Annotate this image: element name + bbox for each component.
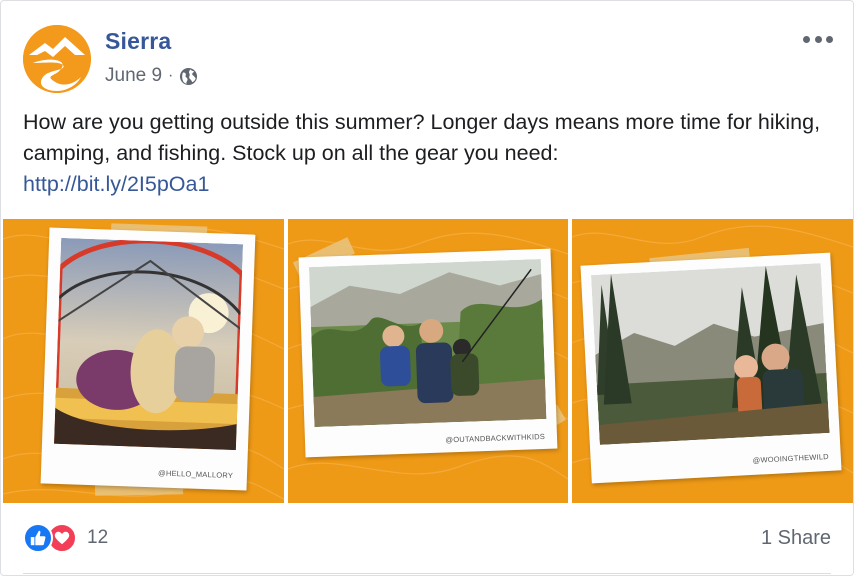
gallery-image-1[interactable]: @HELLO_MALLORY bbox=[3, 219, 284, 503]
meta-separator: · bbox=[168, 67, 174, 84]
gallery-image-3[interactable]: @WOOINGTHEWILD bbox=[572, 219, 853, 503]
fishing-family-photo bbox=[308, 259, 547, 428]
photo-credit: @HELLO_MALLORY bbox=[157, 468, 234, 481]
more-dot-icon bbox=[803, 35, 810, 43]
post-card: Sierra June 9 · How are you getting outs… bbox=[0, 0, 854, 576]
reactions-summary[interactable]: 12 bbox=[23, 522, 108, 554]
post-date[interactable]: June 9 bbox=[105, 65, 162, 87]
more-options-button[interactable] bbox=[803, 29, 833, 49]
polaroid-frame: @WOOINGTHEWILD bbox=[580, 252, 842, 484]
footer-divider bbox=[23, 573, 831, 574]
page-name-link[interactable]: Sierra bbox=[105, 28, 171, 55]
camping-tent-photo bbox=[53, 237, 244, 451]
photo-credit: @WOOINGTHEWILD bbox=[752, 451, 830, 465]
post-body: How are you getting outside this summer?… bbox=[23, 110, 821, 165]
post-link[interactable]: http://bit.ly/2I5pOa1 bbox=[23, 172, 209, 196]
photo-credit: @OUTANDBACKWITHKIDS bbox=[445, 431, 546, 445]
post-footer: 12 1 Share bbox=[23, 517, 831, 561]
sierra-logo-icon bbox=[23, 25, 91, 93]
like-reaction-icon bbox=[23, 523, 53, 553]
polaroid-frame: @HELLO_MALLORY bbox=[40, 227, 256, 491]
post-meta: June 9 · bbox=[105, 65, 198, 87]
polaroid-frame: @OUTANDBACKWITHKIDS bbox=[298, 248, 558, 458]
forest-selfie-photo bbox=[590, 263, 830, 445]
shares-count-link[interactable]: 1 Share bbox=[761, 527, 831, 550]
page-avatar[interactable] bbox=[23, 25, 91, 93]
post-text: How are you getting outside this summer?… bbox=[23, 107, 833, 200]
post-header: Sierra June 9 · bbox=[23, 23, 839, 93]
globe-icon[interactable] bbox=[179, 67, 198, 86]
image-gallery: @HELLO_MALLORY @OUTANDBACKWITHKIDS @WOOI… bbox=[3, 219, 853, 503]
more-dot-icon bbox=[826, 35, 833, 43]
reaction-count: 12 bbox=[87, 527, 109, 548]
more-dot-icon bbox=[814, 35, 822, 43]
gallery-image-2[interactable]: @OUTANDBACKWITHKIDS bbox=[288, 219, 568, 503]
